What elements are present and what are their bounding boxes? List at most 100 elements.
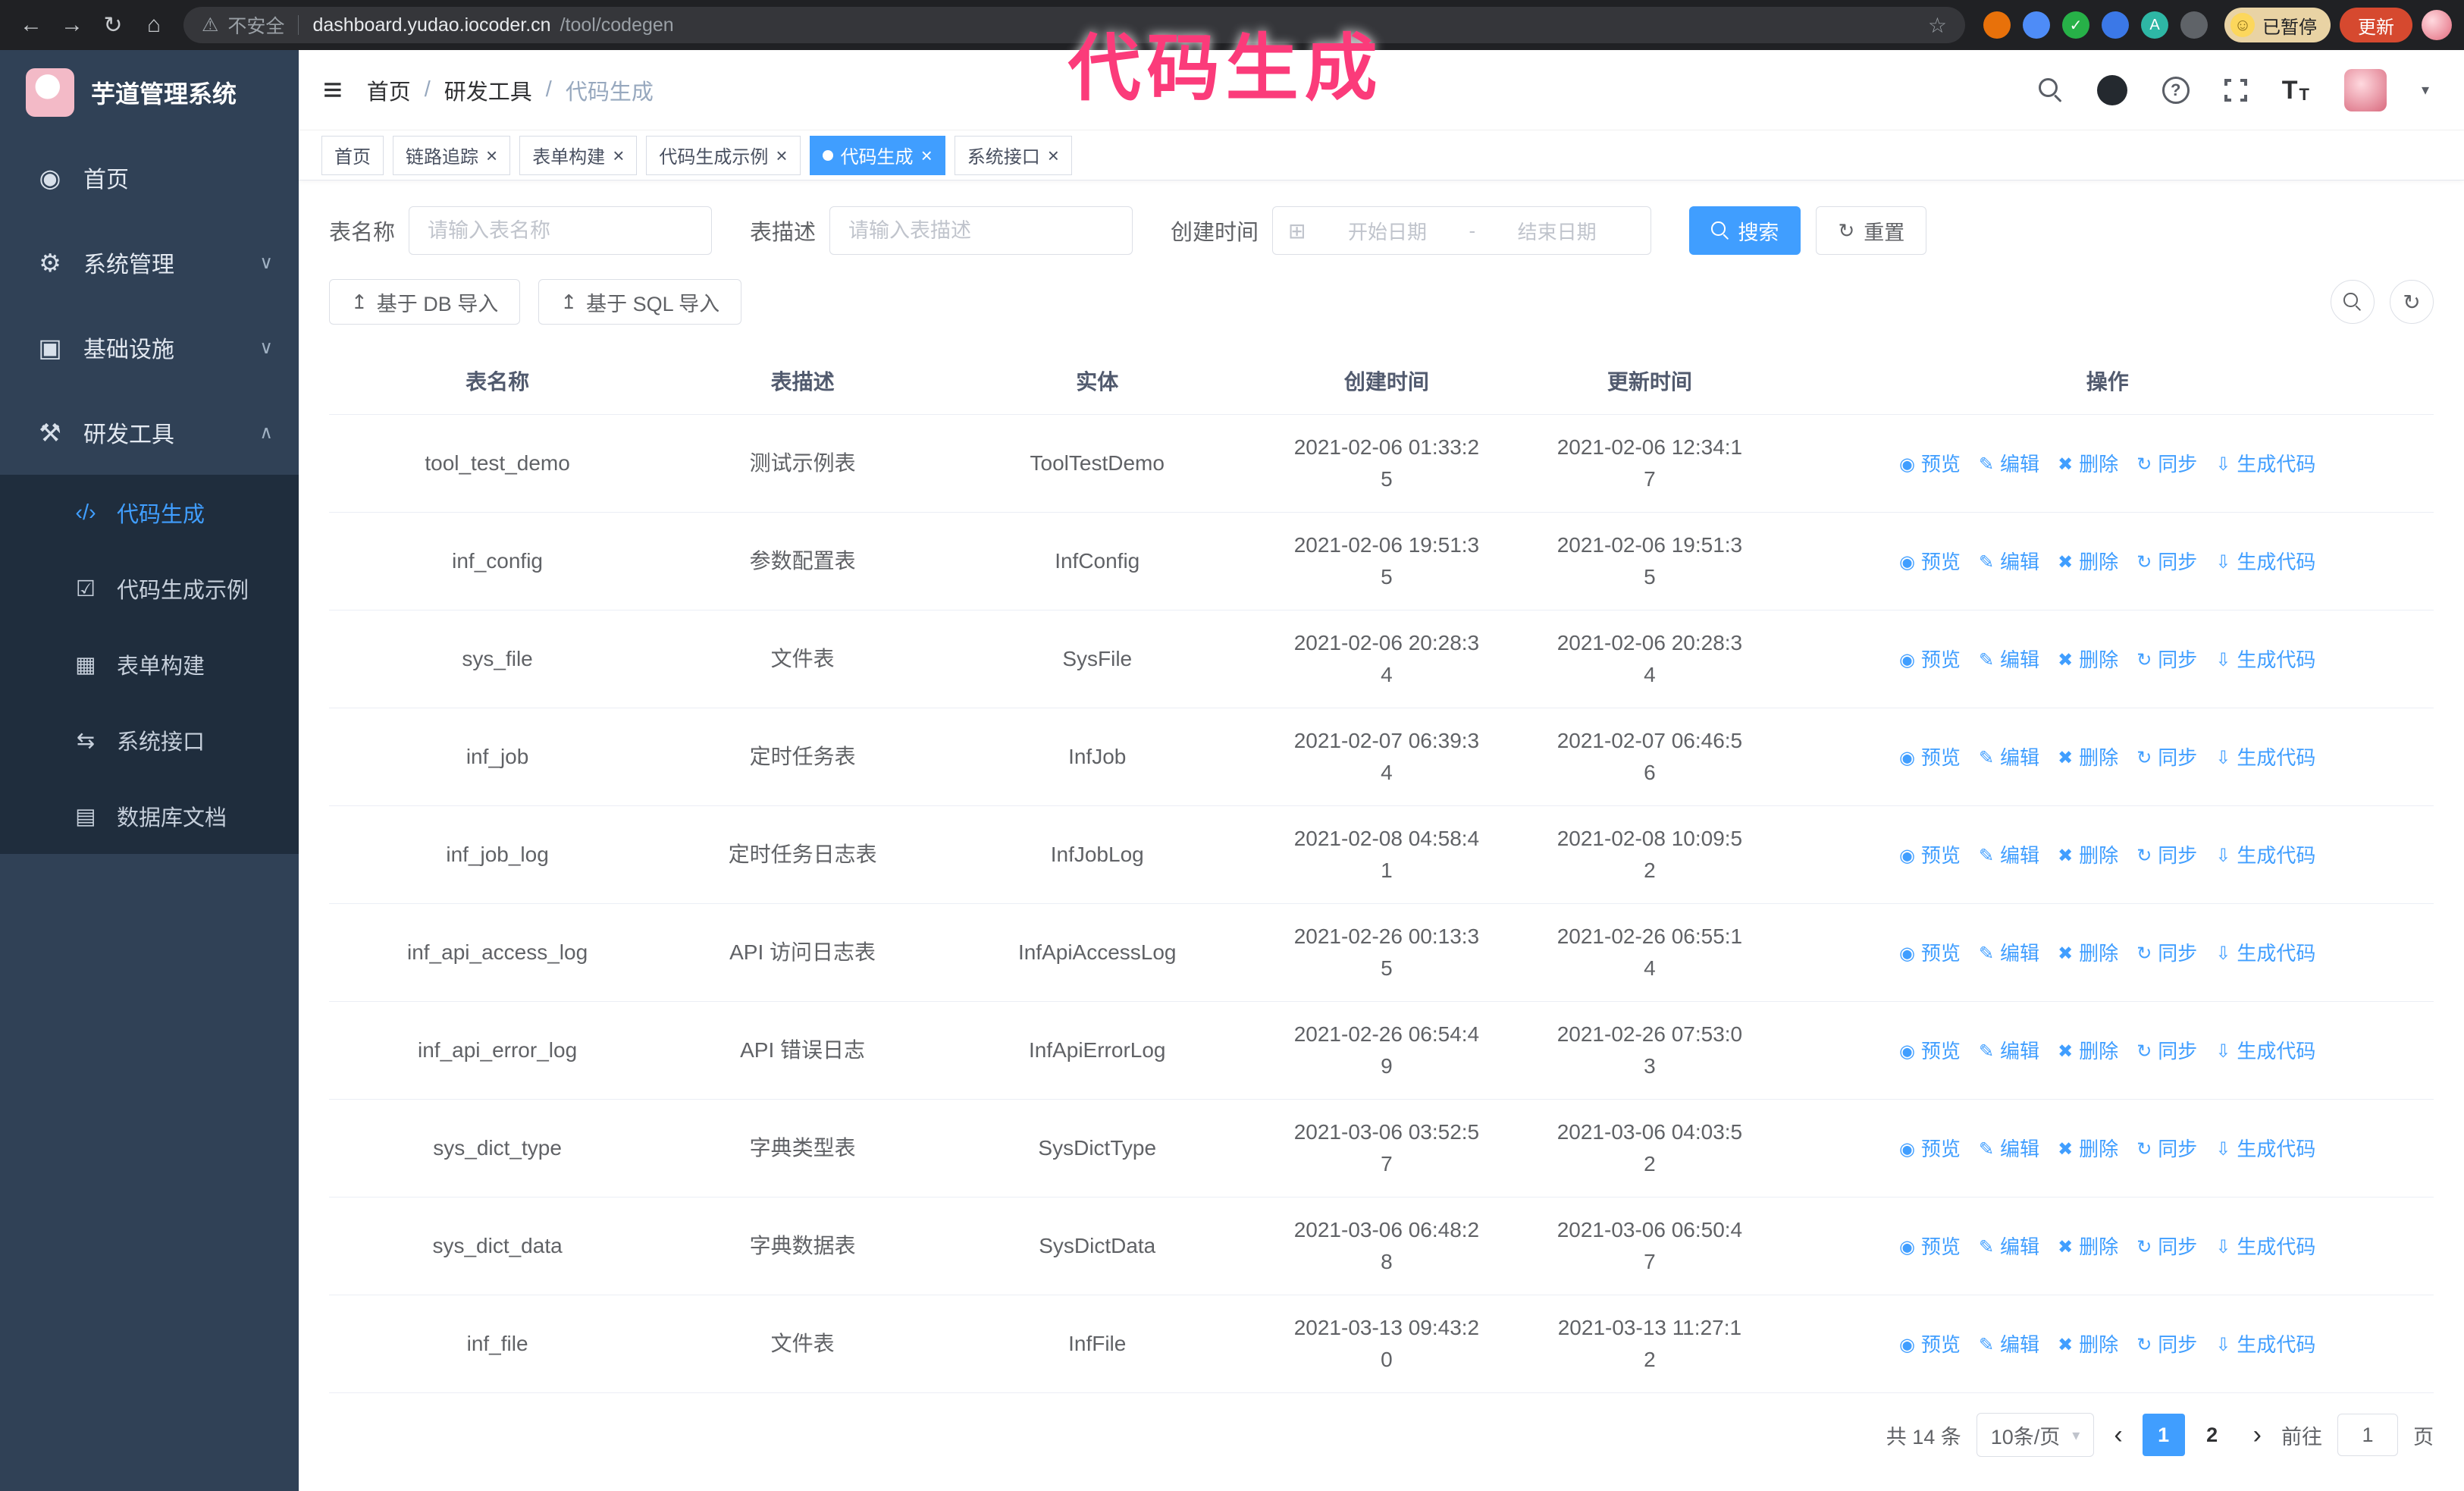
goto-page-input[interactable] — [2337, 1414, 2398, 1456]
tab-0[interactable]: 首页 — [321, 135, 384, 175]
action-sync-link[interactable]: ↻ 同步 — [2136, 548, 2197, 577]
sidebar-subitem-codegen-example[interactable]: ☑ 代码生成示例 — [0, 551, 299, 626]
action-sync-link[interactable]: ↻ 同步 — [2136, 743, 2197, 773]
action-delete-link[interactable]: ✖ 删除 — [2058, 1232, 2118, 1262]
page-number-2[interactable]: 2 — [2191, 1414, 2234, 1456]
action-edit-link[interactable]: ✎ 编辑 — [1979, 548, 2039, 577]
action-preview-link[interactable]: ◉ 预览 — [1899, 939, 1961, 968]
sidebar-subitem-form-builder[interactable]: ▦ 表单构建 — [0, 626, 299, 702]
prev-page-button[interactable]: ‹ — [2109, 1420, 2127, 1450]
action-generate-link[interactable]: ⇩ 生成代码 — [2215, 548, 2315, 577]
action-preview-link[interactable]: ◉ 预览 — [1899, 743, 1961, 773]
action-preview-link[interactable]: ◉ 预览 — [1899, 548, 1961, 577]
action-sync-link[interactable]: ↻ 同步 — [2136, 841, 2197, 871]
table-name-input[interactable] — [409, 206, 713, 255]
action-edit-link[interactable]: ✎ 编辑 — [1979, 1330, 2039, 1360]
breadcrumb-item[interactable]: 首页 — [367, 74, 411, 106]
action-generate-link[interactable]: ⇩ 生成代码 — [2215, 450, 2315, 479]
help-icon[interactable]: ? — [2161, 76, 2190, 104]
action-delete-link[interactable]: ✖ 删除 — [2058, 548, 2118, 577]
sidebar-subitem-db-doc[interactable]: ▤ 数据库文档 — [0, 778, 299, 854]
user-avatar[interactable] — [2343, 68, 2387, 111]
action-delete-link[interactable]: ✖ 删除 — [2058, 1330, 2118, 1360]
address-bar[interactable]: ⚠ 不安全 dashboard.yudao.iocoder.cn /tool/c… — [183, 7, 1965, 43]
refresh-table-button[interactable]: ↻ — [2390, 280, 2434, 324]
browser-update-button[interactable]: 更新 — [2340, 8, 2412, 42]
tab-close-icon[interactable]: × — [613, 146, 624, 165]
search-icon[interactable] — [2039, 78, 2062, 102]
sidebar-item-infra[interactable]: ▣ 基础设施 ∨ — [0, 305, 299, 390]
action-delete-link[interactable]: ✖ 删除 — [2058, 1037, 2118, 1066]
browser-home-button[interactable]: ⌂ — [135, 6, 173, 44]
action-generate-link[interactable]: ⇩ 生成代码 — [2215, 1330, 2315, 1360]
action-edit-link[interactable]: ✎ 编辑 — [1979, 1232, 2039, 1262]
action-edit-link[interactable]: ✎ 编辑 — [1979, 645, 2039, 675]
breadcrumb-item[interactable]: 研发工具 — [444, 74, 532, 106]
tab-2[interactable]: 表单构建 × — [519, 135, 638, 175]
action-preview-link[interactable]: ◉ 预览 — [1899, 1232, 1961, 1262]
extension-blue-drop-icon[interactable] — [2023, 11, 2050, 39]
create-time-range-picker[interactable]: ⊞ 开始日期 - 结束日期 — [1272, 206, 1652, 255]
sidebar-item-system[interactable]: ⚙ 系统管理 ∨ — [0, 220, 299, 305]
github-icon[interactable] — [2096, 74, 2127, 105]
action-preview-link[interactable]: ◉ 预览 — [1899, 1135, 1961, 1164]
import-sql-button[interactable]: ↥ 基于 SQL 导入 — [538, 279, 742, 325]
action-edit-link[interactable]: ✎ 编辑 — [1979, 1135, 2039, 1164]
import-db-button[interactable]: ↥ 基于 DB 导入 — [329, 279, 521, 325]
action-sync-link[interactable]: ↻ 同步 — [2136, 1330, 2197, 1360]
fullscreen-icon[interactable] — [2224, 78, 2247, 102]
browser-forward-button[interactable]: → — [53, 6, 91, 44]
action-delete-link[interactable]: ✖ 删除 — [2058, 939, 2118, 968]
extension-green-check-icon[interactable]: ✓ — [2062, 11, 2089, 39]
action-generate-link[interactable]: ⇩ 生成代码 — [2215, 645, 2315, 675]
browser-reload-button[interactable]: ↻ — [94, 6, 132, 44]
search-button[interactable]: 搜索 — [1689, 206, 1801, 255]
action-preview-link[interactable]: ◉ 预览 — [1899, 1037, 1961, 1066]
action-sync-link[interactable]: ↻ 同步 — [2136, 645, 2197, 675]
sidebar-subitem-codegen[interactable]: ‹/› 代码生成 — [0, 475, 299, 551]
action-sync-link[interactable]: ↻ 同步 — [2136, 1232, 2197, 1262]
page-number-1[interactable]: 1 — [2142, 1414, 2185, 1456]
sidebar-item-home[interactable]: ◉ 首页 — [0, 135, 299, 220]
reset-button[interactable]: ↻ 重置 — [1816, 206, 1927, 255]
extension-orange-icon[interactable] — [1983, 11, 2011, 39]
font-size-icon[interactable]: TT — [2282, 77, 2309, 103]
avatar-caret-icon[interactable]: ▾ — [2422, 80, 2429, 99]
tab-5[interactable]: 系统接口 × — [954, 135, 1072, 175]
tab-close-icon[interactable]: × — [486, 146, 497, 165]
action-delete-link[interactable]: ✖ 删除 — [2058, 841, 2118, 871]
action-edit-link[interactable]: ✎ 编辑 — [1979, 743, 2039, 773]
action-preview-link[interactable]: ◉ 预览 — [1899, 450, 1961, 479]
action-generate-link[interactable]: ⇩ 生成代码 — [2215, 841, 2315, 871]
action-sync-link[interactable]: ↻ 同步 — [2136, 1037, 2197, 1066]
tab-1[interactable]: 链路追踪 × — [393, 135, 511, 175]
action-generate-link[interactable]: ⇩ 生成代码 — [2215, 1232, 2315, 1262]
action-edit-link[interactable]: ✎ 编辑 — [1979, 1037, 2039, 1066]
action-delete-link[interactable]: ✖ 删除 — [2058, 743, 2118, 773]
action-preview-link[interactable]: ◉ 预览 — [1899, 841, 1961, 871]
browser-profile-avatar[interactable] — [2422, 10, 2452, 40]
tab-4[interactable]: 代码生成 × — [809, 135, 945, 175]
page-size-select[interactable]: 10条/页 ▾ — [1976, 1413, 2095, 1457]
tab-close-icon[interactable]: × — [921, 146, 933, 165]
action-edit-link[interactable]: ✎ 编辑 — [1979, 939, 2039, 968]
extension-puzzle-icon[interactable] — [2180, 11, 2208, 39]
action-sync-link[interactable]: ↻ 同步 — [2136, 939, 2197, 968]
sidebar-subitem-api[interactable]: ⇆ 系统接口 — [0, 702, 299, 778]
hamburger-icon[interactable]: ≡ — [299, 71, 367, 109]
action-edit-link[interactable]: ✎ 编辑 — [1979, 841, 2039, 871]
action-generate-link[interactable]: ⇩ 生成代码 — [2215, 1135, 2315, 1164]
tab-3[interactable]: 代码生成示例 × — [646, 135, 801, 175]
tab-close-icon[interactable]: × — [1048, 146, 1059, 165]
action-edit-link[interactable]: ✎ 编辑 — [1979, 450, 2039, 479]
sidebar-item-devtools[interactable]: ⚒ 研发工具 ∧ — [0, 390, 299, 475]
bookmark-star-icon[interactable]: ☆ — [1928, 13, 1947, 38]
action-generate-link[interactable]: ⇩ 生成代码 — [2215, 939, 2315, 968]
next-page-button[interactable]: › — [2249, 1420, 2266, 1450]
action-sync-link[interactable]: ↻ 同步 — [2136, 1135, 2197, 1164]
action-delete-link[interactable]: ✖ 删除 — [2058, 645, 2118, 675]
action-sync-link[interactable]: ↻ 同步 — [2136, 450, 2197, 479]
action-preview-link[interactable]: ◉ 预览 — [1899, 1330, 1961, 1360]
tab-close-icon[interactable]: × — [776, 146, 787, 165]
action-preview-link[interactable]: ◉ 预览 — [1899, 645, 1961, 675]
